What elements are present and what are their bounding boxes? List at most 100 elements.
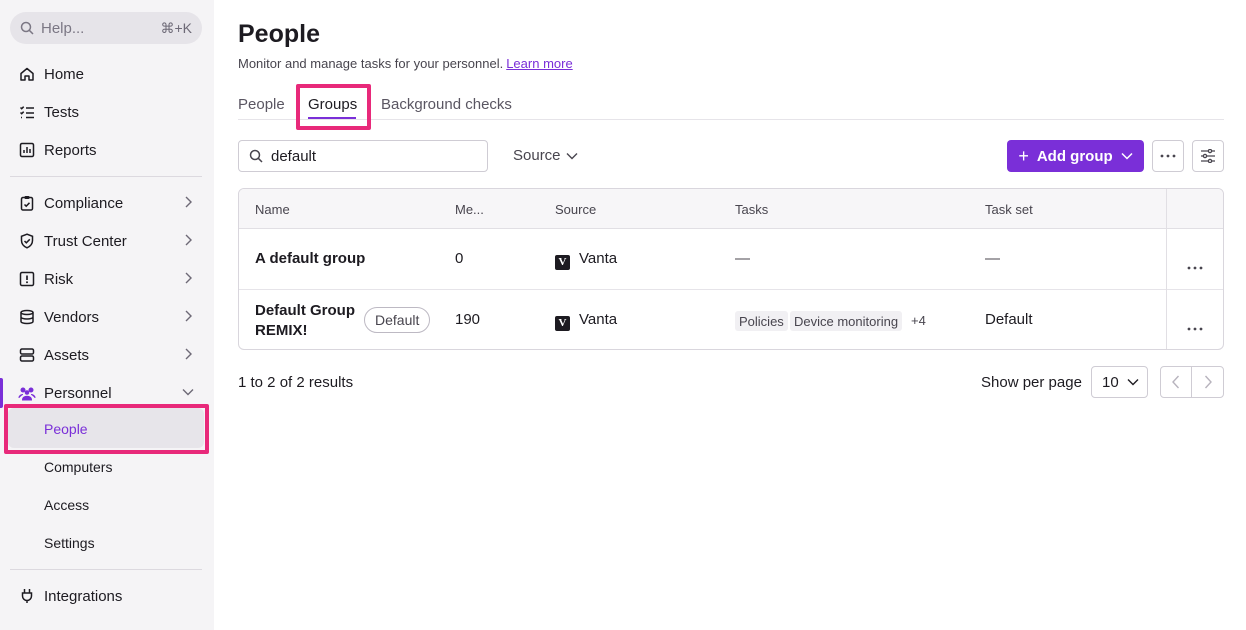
checklist-icon	[18, 103, 36, 121]
ellipsis-icon	[1187, 266, 1203, 270]
column-header-members[interactable]: Me...	[455, 202, 484, 217]
table-header: Name Me... Source Tasks Task set	[239, 189, 1223, 229]
more-tasks-count[interactable]: +4	[911, 313, 926, 328]
add-group-label: Add group	[1036, 147, 1113, 165]
search-icon	[249, 149, 263, 163]
task-set-cell: —	[985, 250, 1000, 267]
chevron-down-icon	[1127, 379, 1139, 386]
column-header-source[interactable]: Source	[555, 202, 596, 217]
shield-icon	[18, 232, 36, 250]
per-page-label: Show per page	[981, 374, 1082, 391]
sidebar-divider	[10, 176, 202, 177]
chevron-left-icon	[1172, 375, 1180, 389]
pagination	[1160, 366, 1224, 398]
tab-people[interactable]: People	[238, 96, 285, 113]
tasks-cell: —	[735, 250, 750, 267]
table-row[interactable]: A default group 0 V Vanta — —	[239, 229, 1223, 290]
reports-icon	[18, 141, 36, 159]
sidebar: Help... ⌘+K Home Tests Reports Complianc…	[0, 0, 214, 630]
sidebar-item-tests[interactable]: Tests	[0, 93, 214, 131]
source-name: Vanta	[579, 311, 618, 328]
sidebar-item-label: Assets	[44, 346, 90, 364]
previous-page-button[interactable]	[1161, 367, 1193, 397]
source-cell: V Vanta	[555, 250, 617, 270]
more-options-button[interactable]	[1152, 140, 1184, 172]
assets-icon	[18, 346, 36, 364]
search-icon	[20, 21, 34, 35]
plus-icon: +	[1018, 145, 1029, 166]
members-count: 0	[455, 250, 464, 267]
search-value: default	[271, 147, 317, 165]
search-input[interactable]: default	[238, 140, 488, 172]
sidebar-item-integrations[interactable]: Integrations	[0, 577, 214, 615]
table-settings-button[interactable]	[1192, 140, 1224, 172]
group-name-line1: Default Group	[255, 302, 355, 319]
group-name-line2: REMIX!	[255, 322, 308, 339]
people-icon	[18, 384, 36, 402]
sidebar-item-home[interactable]: Home	[0, 55, 214, 93]
home-icon	[18, 65, 36, 83]
next-page-button[interactable]	[1192, 367, 1223, 397]
chevron-right-icon	[185, 272, 192, 284]
chevron-down-icon	[182, 389, 194, 396]
plug-icon	[18, 587, 36, 605]
default-badge: Default	[364, 307, 431, 333]
sidebar-sub-item-settings[interactable]: Settings	[44, 535, 95, 551]
chevron-down-icon	[566, 152, 578, 159]
groups-table: Name Me... Source Tasks Task set A defau…	[238, 188, 1224, 350]
database-icon	[18, 308, 36, 326]
help-shortcut: ⌘+K	[160, 19, 192, 36]
task-tag: Device monitoring	[790, 311, 903, 331]
sidebar-item-reports[interactable]: Reports	[0, 131, 214, 169]
table-row[interactable]: Default Group REMIX! Default 190 V Vanta P…	[239, 290, 1223, 349]
source-name: Vanta	[579, 250, 618, 267]
sidebar-item-label: Home	[44, 65, 85, 83]
sidebar-item-label: Tests	[44, 103, 80, 121]
task-tag: Policies	[735, 311, 788, 331]
per-page-select[interactable]: 10	[1091, 366, 1148, 398]
subtitle-text: Monitor and manage tasks for your person…	[238, 56, 504, 71]
help-search[interactable]: Help... ⌘+K	[10, 12, 202, 44]
task-set-cell: Default	[985, 311, 1033, 328]
sidebar-item-vendors[interactable]: Vendors	[0, 298, 214, 336]
column-header-task-set[interactable]: Task set	[985, 202, 1033, 217]
sidebar-item-label: Compliance	[44, 194, 124, 212]
source-filter-label: Source	[513, 147, 561, 164]
alert-icon	[18, 270, 36, 288]
sidebar-item-label: Integrations	[44, 587, 123, 605]
chevron-right-icon	[1204, 375, 1212, 389]
main-content: People Monitor and manage tasks for your…	[214, 0, 1246, 630]
page-title: People	[238, 20, 320, 48]
add-group-button[interactable]: + Add group	[1007, 140, 1144, 172]
chevron-down-icon	[1121, 152, 1133, 160]
sidebar-sub-item-access[interactable]: Access	[44, 497, 89, 513]
sidebar-item-label: Risk	[44, 270, 74, 288]
sidebar-item-compliance[interactable]: Compliance	[0, 184, 214, 222]
per-page-value: 10	[1102, 373, 1119, 391]
actions-column-divider	[1166, 189, 1167, 349]
chevron-right-icon	[185, 196, 192, 208]
group-name[interactable]: Default Group REMIX!	[255, 301, 355, 341]
learn-more-link[interactable]: Learn more	[506, 56, 572, 71]
sidebar-item-risk[interactable]: Risk	[0, 260, 214, 298]
sidebar-item-trust-center[interactable]: Trust Center	[0, 222, 214, 260]
sidebar-item-assets[interactable]: Assets	[0, 336, 214, 374]
members-count: 190	[455, 311, 481, 328]
column-header-tasks[interactable]: Tasks	[735, 202, 768, 217]
source-filter-dropdown[interactable]: Source	[513, 147, 578, 164]
chevron-right-icon	[185, 348, 192, 360]
results-count: 1 to 2 of 2 results	[238, 374, 354, 391]
group-name[interactable]: A default group	[255, 250, 365, 267]
sliders-icon	[1201, 149, 1215, 163]
chevron-right-icon	[185, 234, 192, 246]
sidebar-item-label: Reports	[44, 141, 97, 159]
sidebar-item-label: Vendors	[44, 308, 100, 326]
tab-background-checks[interactable]: Background checks	[381, 96, 512, 113]
vanta-logo-icon: V	[555, 254, 570, 270]
vanta-logo-icon: V	[555, 315, 570, 331]
row-actions-button[interactable]	[1187, 257, 1203, 275]
row-actions-button[interactable]	[1187, 318, 1203, 336]
ellipsis-icon	[1187, 327, 1203, 331]
column-header-name[interactable]: Name	[255, 202, 290, 217]
sidebar-sub-item-computers[interactable]: Computers	[44, 459, 112, 475]
